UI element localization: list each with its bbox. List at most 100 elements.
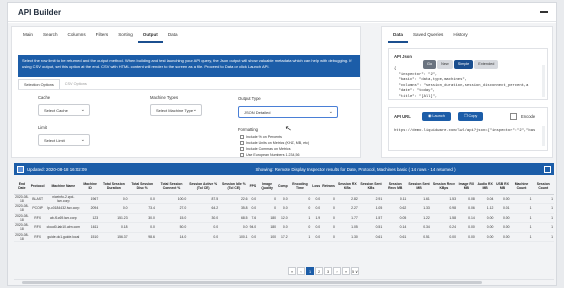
encode-checkbox[interactable]	[510, 113, 517, 120]
table-cell: 0.51	[358, 222, 384, 233]
table-cell: 68.5	[219, 213, 249, 223]
column-header[interactable]: Session Sent KBs	[358, 178, 384, 195]
column-header[interactable]: Session Idle % (Tol CE)	[219, 178, 249, 195]
column-header[interactable]: Machine Name	[45, 178, 82, 195]
table-cell: 1	[510, 222, 533, 233]
column-header[interactable]: Machine ID	[81, 178, 100, 195]
subtab-selection-options[interactable]: Selection Options	[18, 79, 60, 89]
format-units-checkbox[interactable]: Include Units on Metrics (KHZ, MB, etc)	[240, 141, 309, 145]
table-cell: 0.0	[277, 203, 289, 214]
pager-item[interactable]: 3	[324, 267, 332, 275]
column-header[interactable]: Session Recv MB	[383, 178, 408, 195]
limit-select[interactable]: Select Limit ⌄	[38, 134, 90, 146]
limit-select-value: Select Limit	[44, 138, 65, 143]
tab-main[interactable]: Main	[18, 27, 38, 43]
column-header[interactable]: FPS	[248, 178, 258, 195]
pager-item[interactable]: ›	[333, 267, 341, 275]
pager-item[interactable]: «	[288, 267, 296, 275]
tab-filters[interactable]: Filters	[91, 27, 114, 43]
format-commas-checkbox[interactable]: Include Commas on Metrics	[240, 147, 291, 151]
table-cell: 1	[532, 232, 554, 242]
table-cell: 1.30	[335, 232, 359, 242]
table-cell: 7.6	[248, 213, 258, 223]
tab-data[interactable]: Data	[388, 27, 408, 43]
table-cell: 0	[321, 213, 336, 223]
table-row[interactable]: 2020-08-18 BLAST niceinfo-2.zpd-lwx.corp 19…	[14, 194, 554, 204]
json-code[interactable]: { "inspector": "2", "basic": "data,type,…	[394, 67, 528, 100]
tab-search[interactable]: Search	[38, 27, 63, 43]
table-cell: 0.11	[383, 194, 408, 204]
column-header[interactable]: Loss	[311, 178, 322, 195]
column-header[interactable]: Total Session Duration	[99, 178, 129, 195]
column-header[interactable]: Image RX MB	[456, 178, 476, 195]
column-header[interactable]: Audio RX MB	[475, 178, 495, 195]
refresh-icon[interactable]	[17, 165, 24, 173]
scroll-thumb[interactable]	[22, 281, 482, 284]
column-header[interactable]: Session Count	[532, 178, 554, 195]
checkbox-box[interactable]	[240, 135, 244, 139]
subtab-csv-options[interactable]: CSV Options	[60, 79, 92, 89]
checkbox-box[interactable]	[240, 141, 244, 145]
output-type-select[interactable]: JSON Detailed ⌄	[238, 106, 338, 118]
table-cell: 0.00	[494, 194, 511, 204]
table-cell: 0.0	[99, 203, 129, 214]
table-cell: 2094	[81, 203, 100, 214]
checkbox-box[interactable]	[240, 147, 244, 151]
table-row[interactable]: 2020-08-18 PCOIP lp-c0184432.lwx.corp 2094 0…	[14, 203, 554, 214]
table-cell: 0.0	[128, 222, 156, 233]
table-cell: 1.53	[430, 194, 457, 204]
copy-button[interactable]: ❐ Copy	[458, 112, 484, 121]
pager-item[interactable]: 1	[306, 267, 314, 275]
copy-label: Copy	[468, 114, 478, 118]
column-header[interactable]: Image Quality	[257, 178, 278, 195]
column-header[interactable]: Total Session Disc %	[128, 178, 156, 195]
tab-sorting[interactable]: Sorting	[113, 27, 138, 43]
tab-history[interactable]: History	[448, 27, 472, 43]
table-cell: 1.57	[358, 213, 384, 223]
json-code-line: "title": "[All]",	[394, 94, 438, 99]
column-header[interactable]: Session Active % (Tol CE)	[187, 178, 220, 195]
table-row[interactable]: 2020-08-18 RFX ab-f1c69.lwx.corp 123 151.23 3…	[14, 213, 554, 223]
column-header[interactable]: Machine Count	[510, 178, 533, 195]
column-header[interactable]: Retrans	[321, 178, 336, 195]
table-cell: 27.0	[155, 203, 188, 214]
minimize-icon[interactable]	[540, 11, 548, 13]
left-panel: Main Search Columns Filters Sorting Output Dat…	[11, 26, 361, 158]
tab-saved-queries[interactable]: Saved Queries	[408, 27, 448, 43]
tab-data[interactable]: Data	[163, 27, 183, 43]
column-header[interactable]: Session RX KBs	[335, 178, 359, 195]
pager-item[interactable]: 2	[315, 267, 323, 275]
checkbox-box[interactable]	[240, 153, 244, 157]
pager-item[interactable]: 5 ∨	[351, 267, 359, 275]
column-header[interactable]: End Date	[14, 178, 30, 195]
horizontal-scrollbar[interactable]	[14, 279, 554, 284]
table-cell: 2020-08-18	[14, 194, 30, 204]
column-header[interactable]: Total Session Connect %	[155, 178, 188, 195]
export-icon[interactable]	[544, 165, 551, 173]
column-header[interactable]: Encoding Time	[288, 178, 312, 195]
table-cell: 0.62	[383, 203, 408, 214]
table-row[interactable]: 2020-08-18 RFX cloud0-lab10.alrn.com 1611 0.…	[14, 222, 554, 233]
table-cell: 0	[321, 232, 336, 242]
launch-button[interactable]: ◉ Launch	[422, 112, 451, 121]
table-row[interactable]: 2020-08-18 RFX guide.dc1.guide.local 1510 15…	[14, 232, 554, 242]
column-header[interactable]: Comp	[277, 178, 289, 195]
table-cell: 0.14	[383, 222, 408, 233]
format-percent-checkbox[interactable]: Include % on Percents	[240, 135, 282, 139]
machine-types-select[interactable]: Select Machine Type ⌄	[150, 104, 202, 116]
pager-item[interactable]: »	[342, 267, 350, 275]
json-scrollbar[interactable]	[542, 65, 545, 97]
pager-item[interactable]: ‹	[297, 267, 305, 275]
table-cell: 0.00	[456, 222, 476, 233]
api-url-text[interactable]: https://demo.liquidware.com/lwl/api?json…	[394, 129, 535, 135]
tab-columns[interactable]: Columns	[63, 27, 91, 43]
column-header[interactable]: Session Sent MB	[407, 178, 431, 195]
format-european-checkbox[interactable]: Use European Numbers 1.234,56	[240, 153, 300, 157]
tab-output[interactable]: Output	[137, 27, 163, 43]
column-header[interactable]: Protocol	[29, 178, 46, 195]
url-scrollbar[interactable]	[542, 126, 545, 146]
column-header[interactable]: USB RX MB	[494, 178, 511, 195]
cache-select[interactable]: Select Cache ⌄	[38, 104, 90, 116]
column-header[interactable]: Session Recv KBps	[430, 178, 457, 195]
table-cell: 1	[510, 213, 533, 223]
